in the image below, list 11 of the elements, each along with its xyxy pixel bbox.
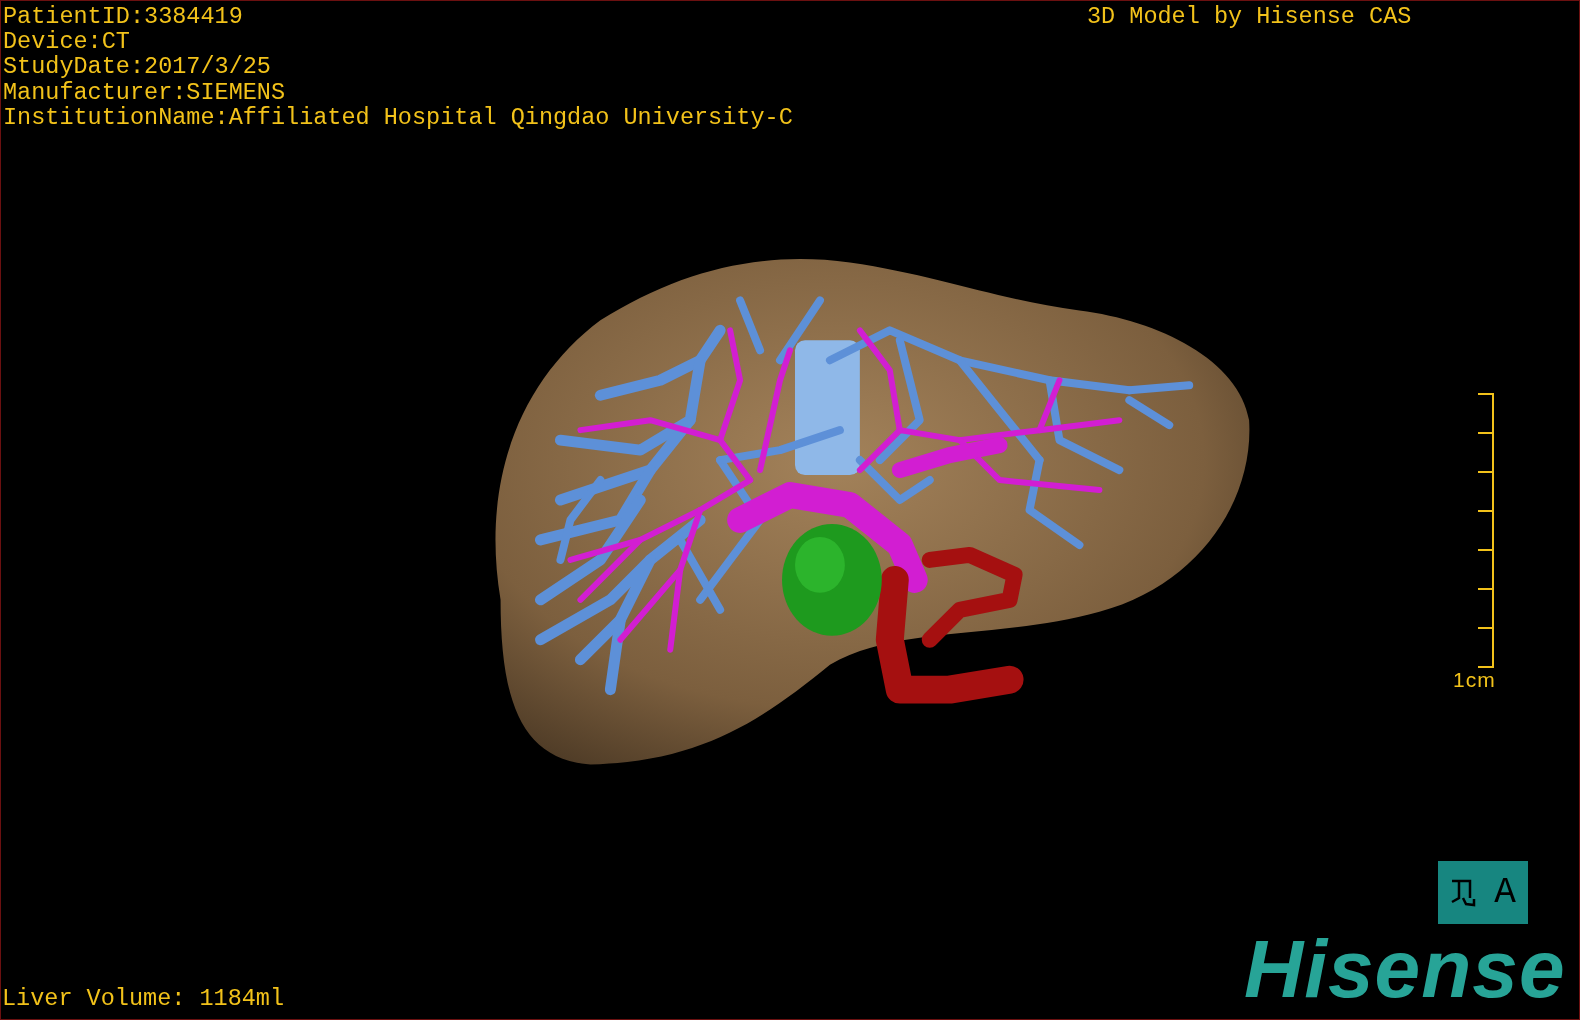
patient-info-text: PatientID:3384419 bbox=[3, 4, 244, 30]
brand-logo: Hisense bbox=[1244, 927, 1566, 1011]
model-credit-text: 3D Model by Hisense CAS bbox=[1087, 4, 1412, 29]
orientation-glyph-icon bbox=[1450, 877, 1477, 908]
patient-info-text: Device:CT bbox=[3, 29, 130, 55]
patient-info-text: InstitutionName:Affiliated Hospital Qingdao University-C bbox=[3, 104, 793, 130]
orientation-label: A bbox=[1494, 872, 1516, 913]
scale-label: 1cm bbox=[1453, 669, 1496, 691]
patient-info-text: Manufacturer:SIEMENS bbox=[3, 79, 287, 105]
liver-volume-text: Liver Volume: 1184ml bbox=[2, 986, 285, 1011]
patient-info-text: StudyDate:2017/3/25 bbox=[3, 54, 272, 80]
